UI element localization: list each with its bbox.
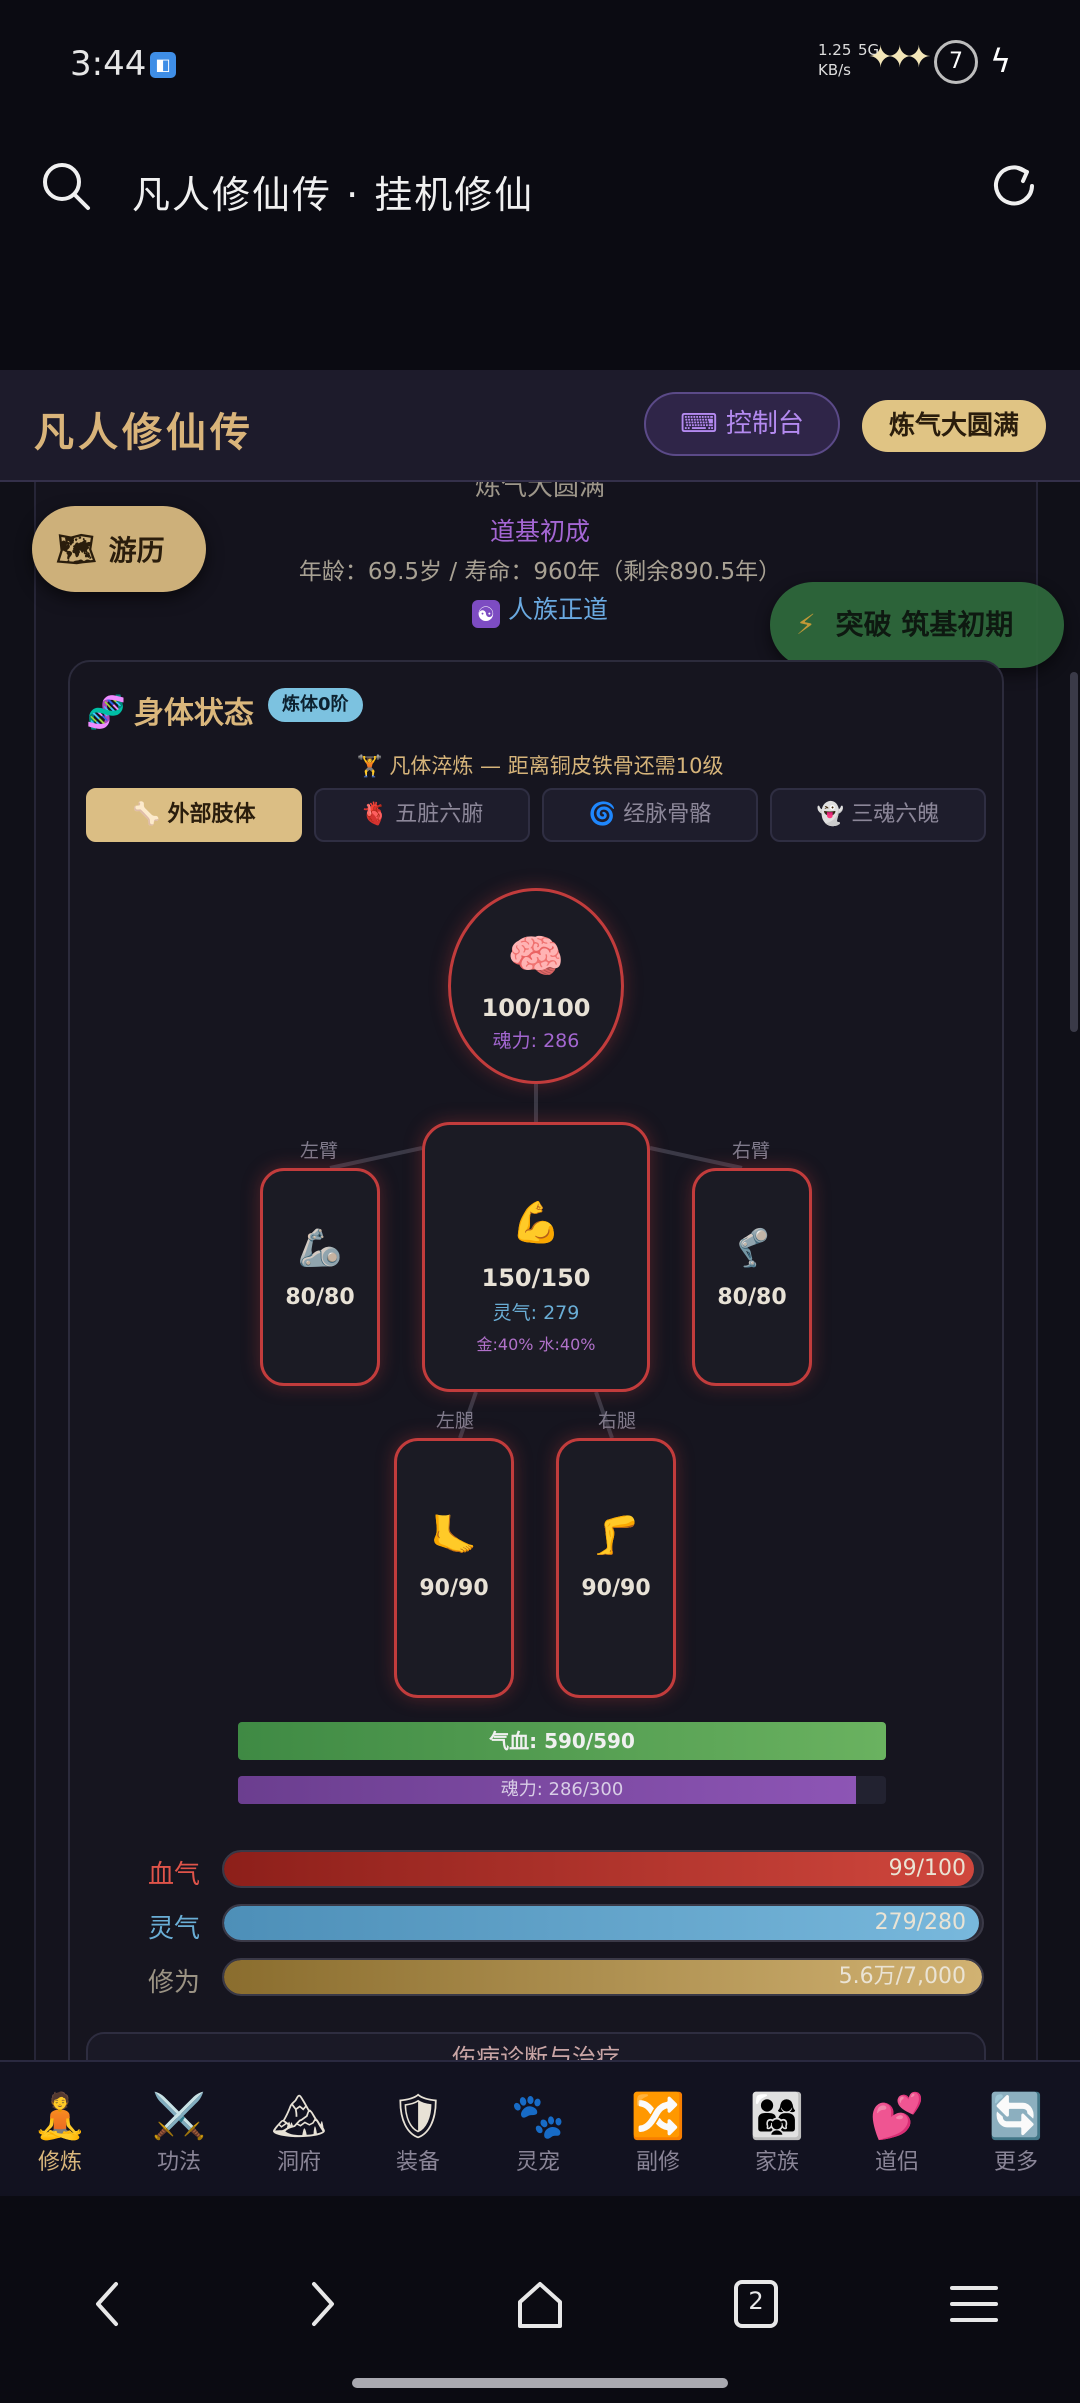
hearts-icon: 💕 (869, 2091, 925, 2142)
stat-label-blood: 血气 (148, 1860, 201, 1890)
console-label: 控制台 (725, 409, 804, 439)
mechanical-leg-icon: 🦿 (729, 1228, 775, 1269)
back-icon[interactable] (78, 2274, 138, 2334)
notification-icon: ◧ (150, 52, 176, 78)
net-speed: 1.25 KB/s (818, 41, 852, 79)
search-icon[interactable] (40, 160, 92, 212)
mechanical-arm-icon: 🦾 (297, 1228, 343, 1269)
sparkle-icon: ✦✦✦ (868, 40, 931, 75)
nav-cave[interactable]: 🏔 洞府 (249, 2090, 349, 2176)
stat-label-spirit: 灵气 (148, 1914, 201, 1944)
tabs-button[interactable]: 2 (726, 2274, 786, 2334)
stat-fill-spirit (224, 1906, 979, 1940)
refresh-icon: 🔄 (988, 2091, 1044, 2142)
hunli-text: 魂力: 286/300 (500, 1779, 624, 1800)
shield-icon: 🛡 (390, 2091, 446, 2142)
qixue-text: 气血: 590/590 (489, 1729, 635, 1753)
battery-indicator: 7 (934, 40, 978, 84)
hunli-bar: 魂力: 286/300 (238, 1776, 886, 1804)
stat-bar-blood: 99/100 (222, 1850, 984, 1888)
app-title: 凡人修仙传 (34, 410, 254, 456)
stat-value-blood: 99/100 (888, 1856, 966, 1881)
charging-icon: ϟ (990, 42, 1012, 80)
left-arm-label: 左臂 (300, 1140, 339, 1162)
nav-family[interactable]: 👨‍👩‍👧 家族 (727, 2090, 827, 2176)
left-leg-label: 左腿 (436, 1410, 475, 1432)
realm-badge[interactable]: 炼气大圆满 (862, 400, 1046, 452)
app-header: 凡人修仙传 ⌨ 控制台 炼气大圆满 (0, 370, 1080, 482)
home-icon[interactable] (510, 2274, 570, 2334)
main-panel: 炼气大圆满 道基初成 年龄：69.5岁 / 寿命：960年（剩余890.5年） … (0, 482, 1080, 2060)
stat-bar-cultivation: 5.6万/7,000 (222, 1958, 984, 1996)
stat-bar-spirit: 279/280 (222, 1904, 984, 1942)
stat-value-spirit: 279/280 (874, 1910, 966, 1935)
stat-label-cultivation: 修为 (148, 1968, 201, 1998)
system-nav: 2 (0, 2196, 1080, 2403)
muscle-icon: 💪 (511, 1200, 561, 1246)
body-part-right-leg[interactable]: 🦵 90/90 (556, 1438, 676, 1698)
paw-icon: 🐾 (510, 2091, 566, 2142)
body-part-right-arm[interactable]: 🦿 80/80 (692, 1168, 812, 1386)
page-title[interactable]: 凡人修仙传 · 挂机修仙 (132, 164, 534, 219)
nav-side-cultivation[interactable]: 🔀 副修 (608, 2090, 708, 2176)
nav-partner[interactable]: 💕 道侣 (847, 2090, 947, 2176)
nav-techniques[interactable]: ⚔️ 功法 (129, 2090, 229, 2176)
nav-pets[interactable]: 🐾 灵宠 (488, 2090, 588, 2176)
right-leg-label: 右腿 (598, 1410, 637, 1432)
stat-fill-blood (224, 1852, 975, 1886)
tab-count: 2 (748, 2287, 764, 2315)
body-part-head[interactable]: 🧠 100/100 魂力: 286 (448, 888, 624, 1084)
shuffle-icon: 🔀 (630, 2091, 686, 2142)
leg-icon: 🦵 (592, 1513, 640, 1557)
meditate-icon: 🧘 (32, 2091, 88, 2142)
bottom-nav: 🧘 修炼 ⚔️ 功法 🏔 洞府 🛡 装备 🐾 灵宠 🔀 副修 👨‍👩‍👧 家族 💕 道侣 🔄 更多 (0, 2060, 1080, 2196)
body-part-left-leg[interactable]: 🦶 90/90 (394, 1438, 514, 1698)
console-button[interactable]: ⌨ 控制台 (644, 392, 840, 456)
body-part-left-arm[interactable]: 🦾 80/80 (260, 1168, 380, 1386)
refresh-icon[interactable] (988, 160, 1040, 212)
nav-more[interactable]: 🔄 更多 (966, 2090, 1066, 2176)
stat-value-cultivation: 5.6万/7,000 (838, 1964, 966, 1989)
body-part-torso[interactable]: 💪 150/150 灵气: 279 金:40% 水:40% (422, 1122, 650, 1392)
injury-diagnosis-card[interactable]: 伤病诊断与治疗 (86, 2032, 986, 2060)
nav-equipment[interactable]: 🛡 装备 (368, 2090, 468, 2176)
foot-icon: 🦶 (430, 1513, 478, 1557)
clock: 3:44 (70, 44, 147, 84)
mountain-icon: 🏔 (271, 2091, 327, 2142)
brain-icon: 🧠 (507, 929, 565, 983)
qixue-bar: 气血: 590/590 (238, 1722, 886, 1760)
nav-cultivate[interactable]: 🧘 修炼 (10, 2090, 110, 2176)
keyboard-icon: ⌨ (680, 409, 718, 439)
right-arm-label: 右臂 (732, 1140, 771, 1162)
menu-icon[interactable] (944, 2274, 1004, 2334)
injury-diagnosis-title: 伤病诊断与治疗 (452, 2044, 620, 2060)
browser-bar: 凡人修仙传 · 挂机修仙 (0, 130, 1080, 370)
family-icon: 👨‍👩‍👧 (749, 2091, 805, 2142)
forward-icon[interactable] (292, 2274, 352, 2334)
status-bar: 3:44 ◧ 1.25 KB/s 5G ✦✦✦ 7 ϟ (0, 0, 1080, 130)
home-indicator[interactable] (352, 2378, 728, 2388)
swords-icon: ⚔️ (151, 2091, 207, 2142)
